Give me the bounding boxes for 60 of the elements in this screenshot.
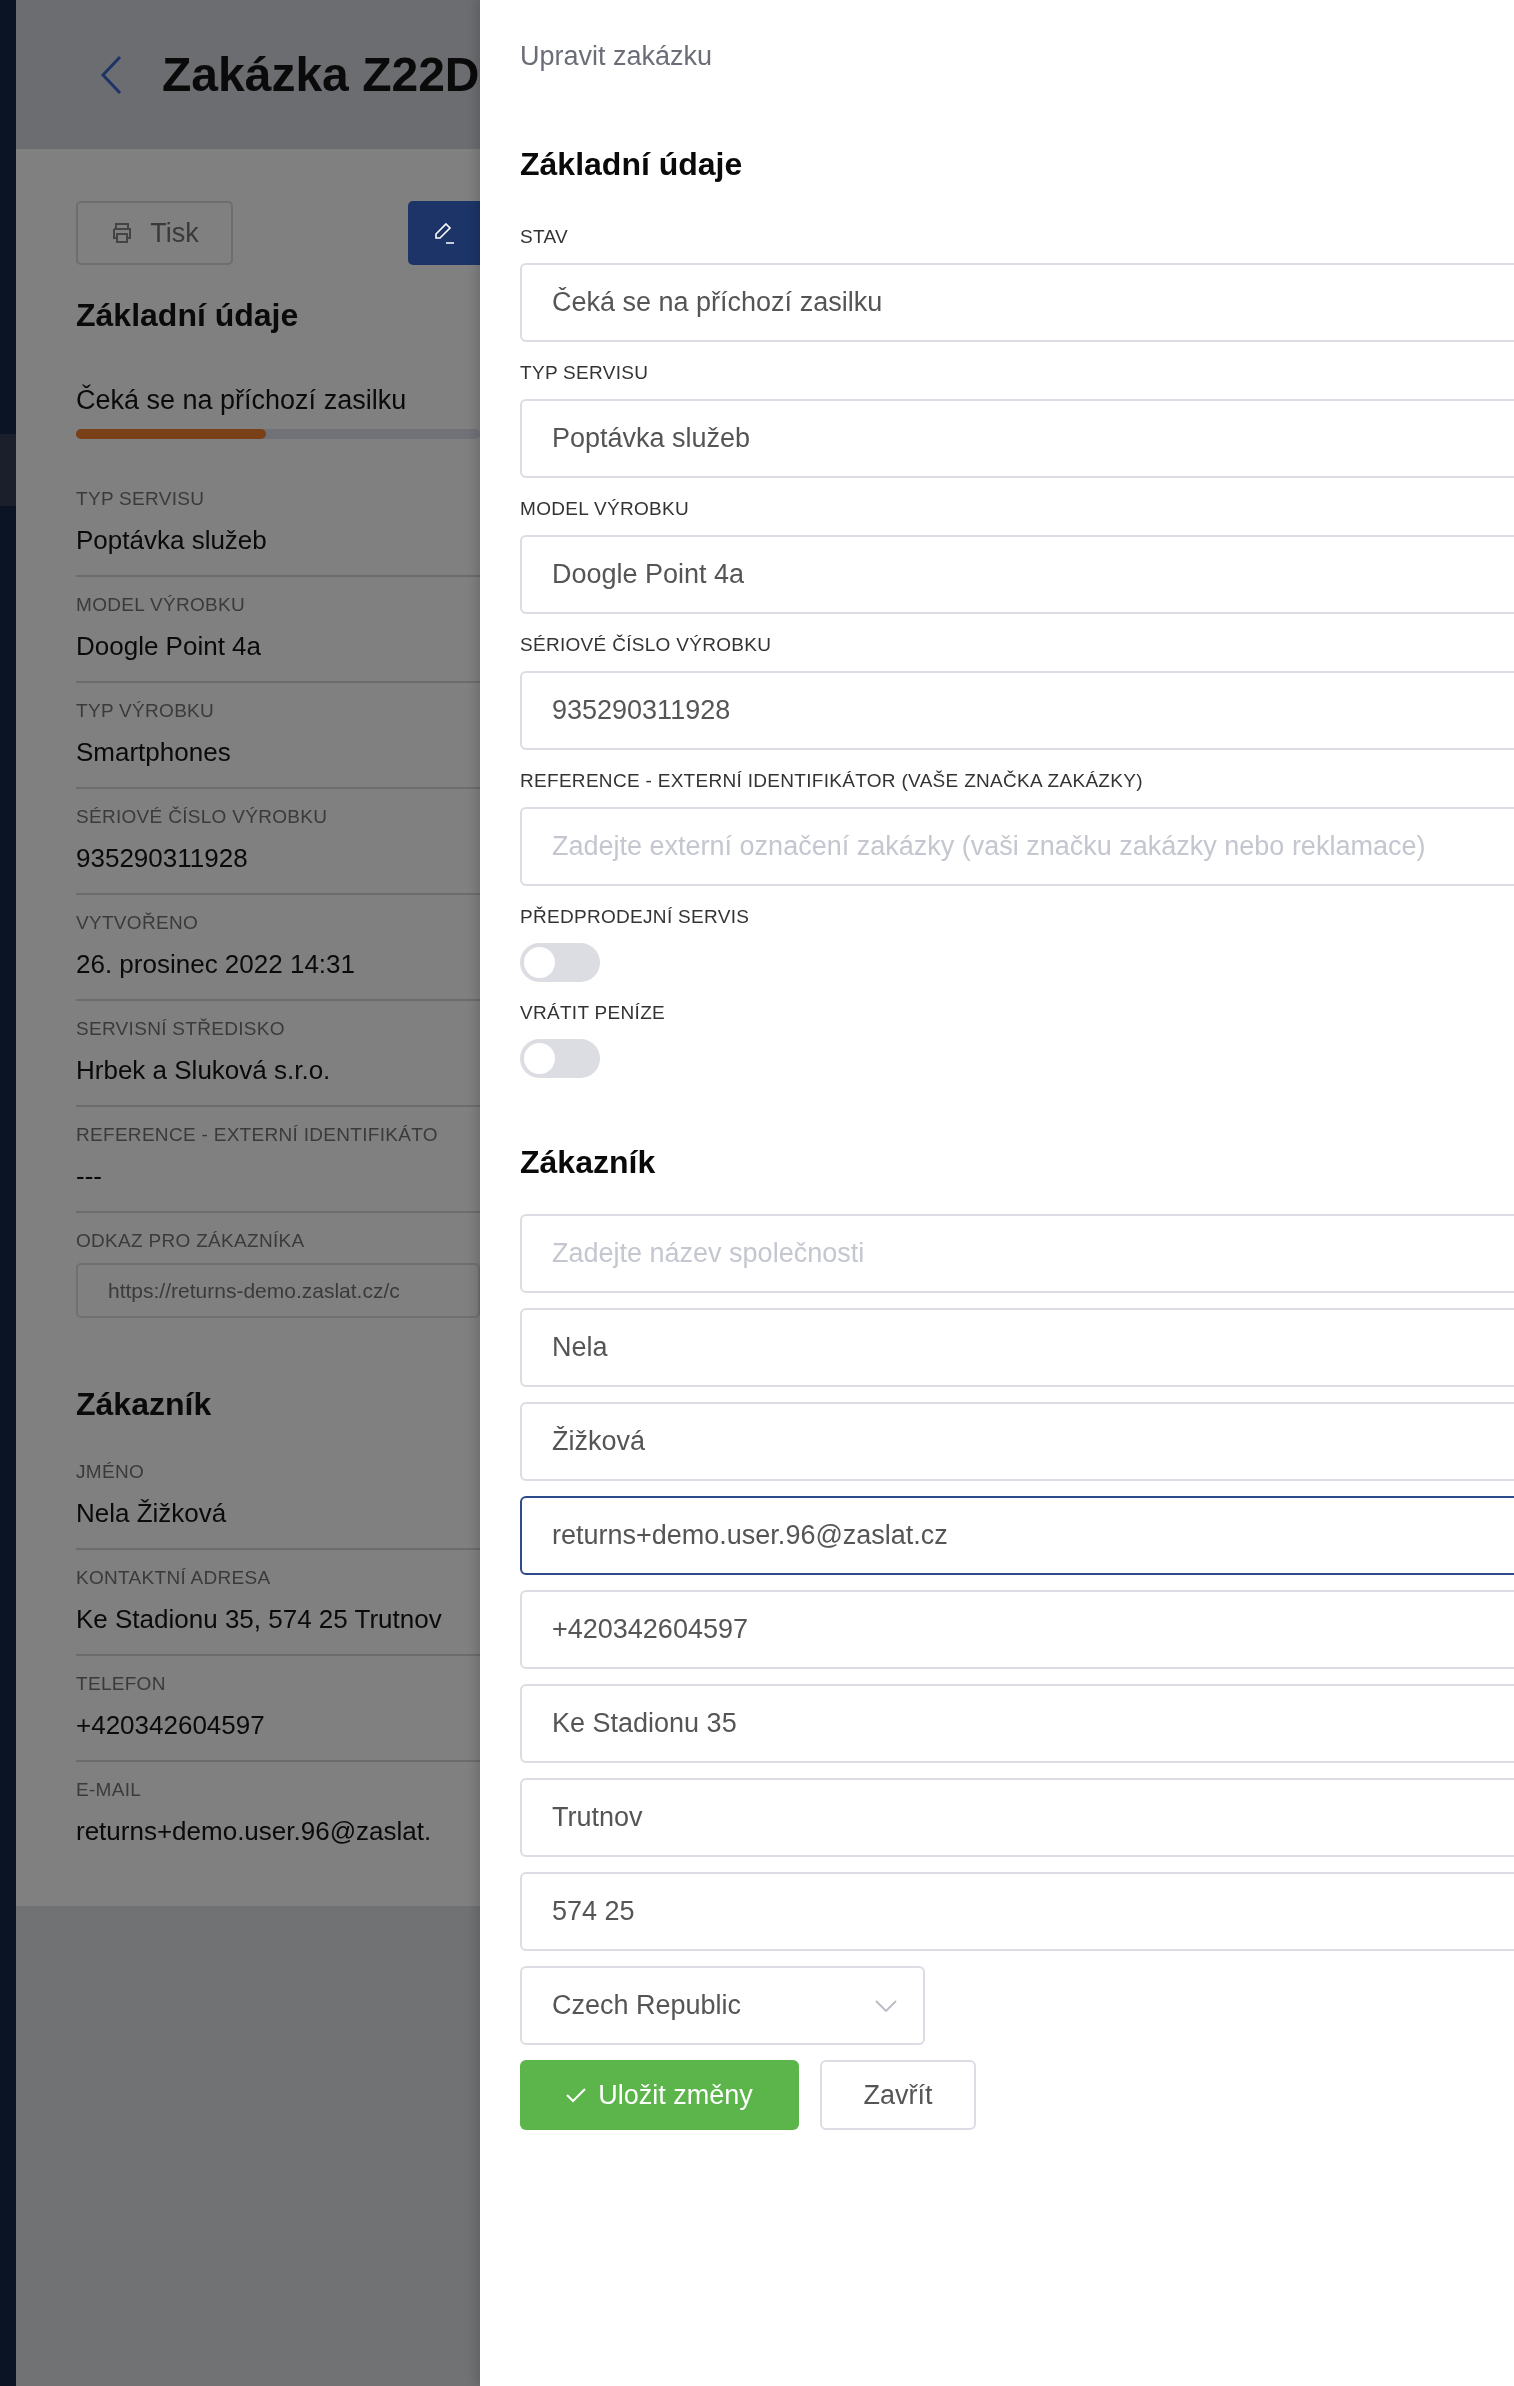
field-label: TYP SERVISU — [76, 487, 206, 511]
close-button[interactable]: Zavřít — [820, 2060, 976, 2130]
drawer-title: Upravit zakázku — [520, 40, 714, 73]
field-value: 26. prosinec 2022 14:31 — [76, 948, 356, 981]
section-heading: Základní údaje — [76, 296, 300, 335]
field-value: returns+demo.user.96@zaslat. — [76, 1815, 433, 1848]
chevron-down-icon — [875, 1999, 897, 2012]
field-label: STAV — [520, 225, 569, 249]
input-field[interactable]: +420342604597 — [520, 1590, 1514, 1669]
field-label: TELEFON — [76, 1672, 167, 1696]
field-label: VYTVOŘENO — [76, 911, 199, 935]
input-field[interactable]: returns+demo.user.96@zaslat.cz — [520, 1496, 1514, 1575]
field-label: ODKAZ PRO ZÁKAZNÍKA — [76, 1229, 306, 1253]
input-field[interactable]: Zadejte název společnosti — [520, 1214, 1514, 1293]
field-value: --- — [76, 1160, 103, 1193]
field-label: TYP SERVISU — [520, 361, 650, 385]
input-field[interactable]: Poptávka služeb — [520, 399, 1514, 478]
field-label: SÉRIOVÉ ČÍSLO VÝROBKU — [76, 805, 329, 829]
field-label: MODEL VÝROBKU — [520, 497, 690, 521]
input-field[interactable]: Zadejte externí označení zakázky (vaši značku zakázky nebo reklamace) — [520, 807, 1514, 886]
field-label: E-MAIL — [76, 1778, 143, 1802]
input-field[interactable]: Nela — [520, 1308, 1514, 1387]
field-value: Hrbek a Sluková s.r.o. — [76, 1054, 332, 1087]
field-label: REFERENCE - EXTERNÍ IDENTIFIKÁTOR (VAŠE ZNAČKA ZAKÁZKY) — [520, 769, 1144, 793]
input-field[interactable]: 935290311928 — [520, 671, 1514, 750]
input-field[interactable]: Ke Stadionu 35 — [520, 1684, 1514, 1763]
section-heading: Základní údaje — [520, 145, 744, 184]
field-label: KONTAKTNÍ ADRESA — [76, 1566, 272, 1590]
page-title: Zakázka Z22D — [162, 47, 480, 102]
toggle-switch[interactable] — [520, 1039, 600, 1078]
field-label: SÉRIOVÉ ČÍSLO VÝROBKU — [520, 633, 773, 657]
country-select[interactable]: Czech Republic — [520, 1966, 925, 2045]
input-field[interactable]: Doogle Point 4a — [520, 535, 1514, 614]
edit-button[interactable] — [408, 201, 480, 265]
input-field[interactable]: Žižková — [520, 1402, 1514, 1481]
field-value: Ke Stadionu 35, 574 25 Trutnov — [76, 1603, 443, 1636]
field-value: 935290311928 — [76, 842, 249, 875]
field-label: PŘEDPRODEJNÍ SERVIS — [520, 905, 751, 929]
field-label: TYP VÝROBKU — [76, 699, 216, 723]
checkmark-icon — [566, 2087, 587, 2103]
field-label: JMÉNO — [76, 1460, 145, 1484]
field-value: +420342604597 — [76, 1709, 266, 1742]
field-value: Poptávka služeb — [76, 524, 268, 557]
pencil-icon — [432, 221, 456, 245]
field-value: Smartphones — [76, 736, 232, 769]
field-label: REFERENCE - EXTERNÍ IDENTIFIKÁTO — [76, 1123, 439, 1147]
status-text: Čeká se na příchozí zasilku — [76, 383, 408, 417]
back-chevron-icon[interactable] — [100, 54, 122, 95]
sidebar-highlight — [0, 434, 16, 506]
section-heading: Zákazník — [76, 1385, 213, 1424]
field-label: SERVISNÍ STŘEDISKO — [76, 1017, 286, 1041]
field-value: Nela Žižková — [76, 1497, 228, 1530]
section-heading: Zákazník — [520, 1143, 657, 1182]
field-label: VRÁTIT PENÍZE — [520, 1001, 667, 1025]
field-value: Doogle Point 4a — [76, 630, 263, 663]
input-field[interactable]: Trutnov — [520, 1778, 1514, 1857]
toggle-switch[interactable] — [520, 943, 600, 982]
field-label: MODEL VÝROBKU — [76, 593, 246, 617]
input-field[interactable]: Čeká se na příchozí zasilku — [520, 263, 1514, 342]
input-field[interactable]: 574 25 — [520, 1872, 1514, 1951]
